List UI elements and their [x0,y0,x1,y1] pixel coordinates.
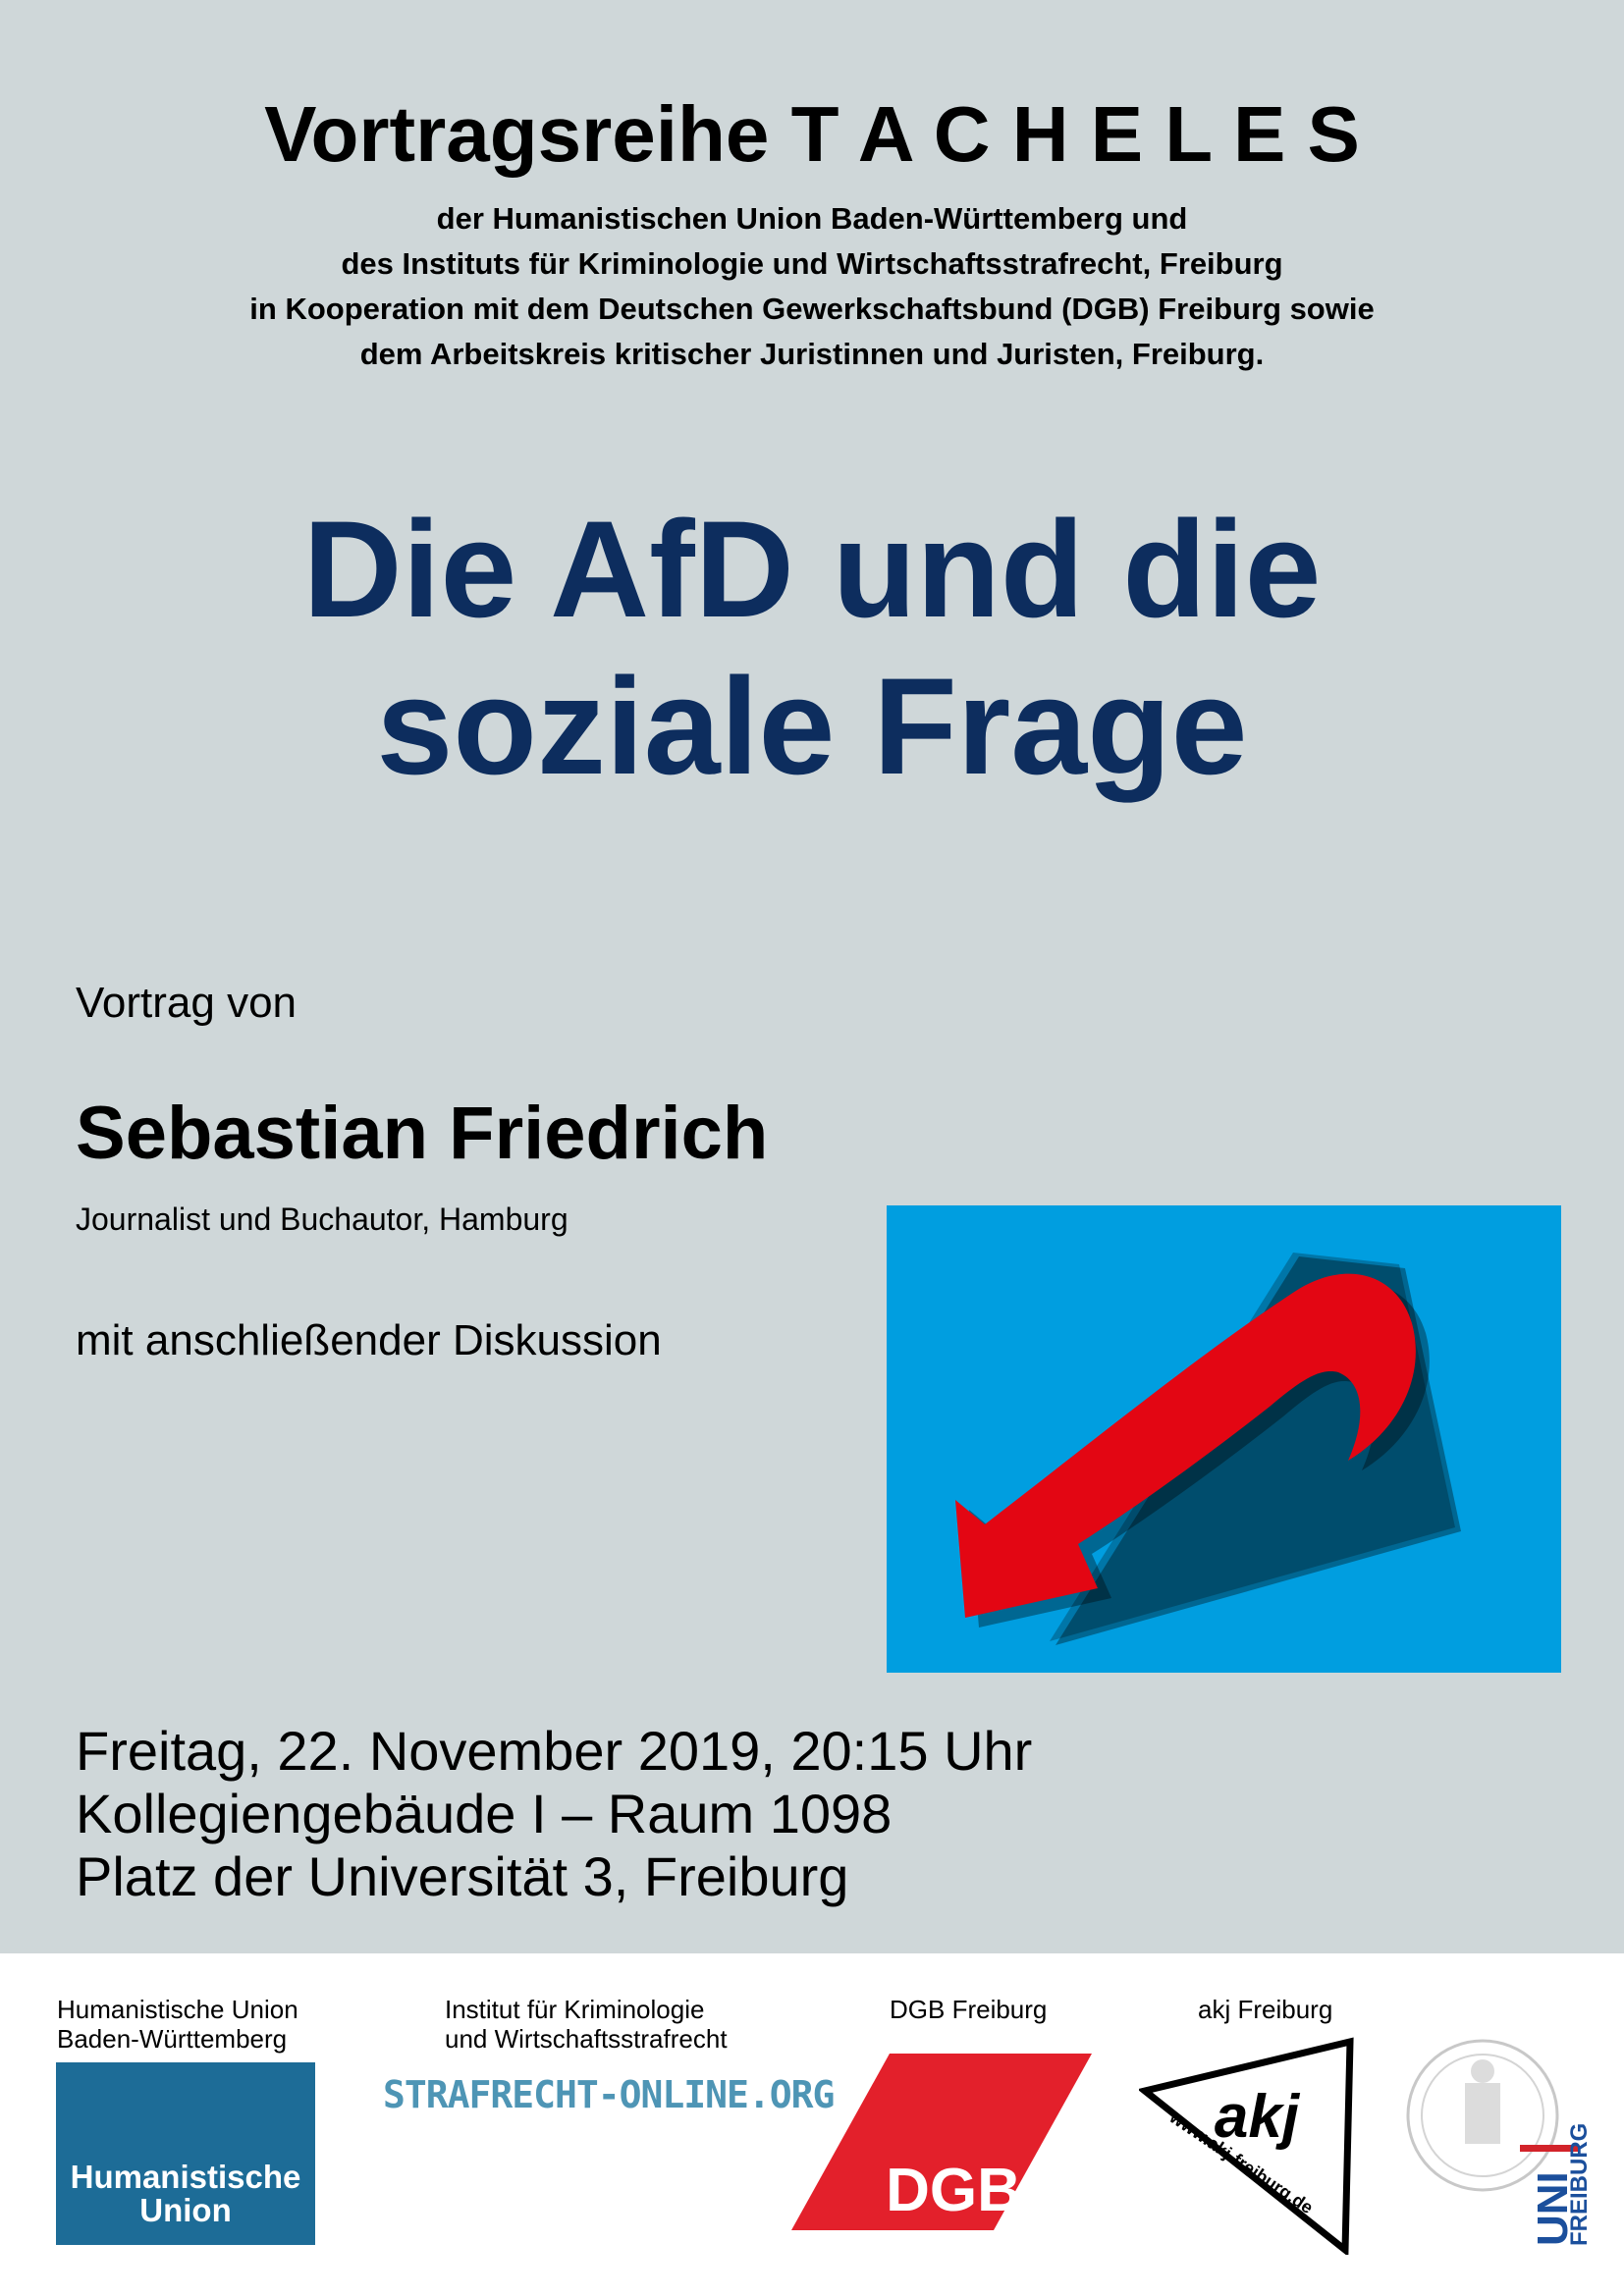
hu-label-line-1: Humanistische Union [57,1995,298,2024]
series-title: Vortragsreihe T A C H E L E S [264,90,1360,178]
event-address: Platz der Universität 3, Freiburg [76,1845,849,1907]
hu-logo-text: Humanistische Union [56,2161,315,2227]
organizer-line: des Instituts für Kriminologie und Wirts… [341,246,1283,281]
organizer-line: dem Arbeitskreis kritischer Juristinnen … [359,337,1265,371]
lecture-intro: Vortrag von [76,979,298,1027]
event-room: Kollegiengebäude I – Raum 1098 [76,1783,893,1844]
event-info: Freitag, 22. November 2019, 20:15 Uhr Ko… [76,1720,1032,1908]
seal-figure-icon [1465,2083,1500,2144]
ikw-label: Institut für Kriminologie und Wirtschaft… [445,1995,728,2054]
akj-label: akj Freiburg [1198,1995,1333,2024]
uni-freiburg-logo: UNI FREIBURG [1406,2039,1591,2246]
hu-label: Humanistische Union Baden-Württemberg [57,1995,298,2054]
speaker-name: Sebastian Friedrich [76,1092,769,1175]
dgb-logo-text: DGB [886,2157,1021,2224]
dgb-label: DGB Freiburg [890,1995,1048,2024]
afd-arrow-logo [887,1205,1561,1673]
speaker-role: Journalist und Buchautor, Hamburg [76,1201,568,1237]
hu-label-line-2: Baden-Württemberg [57,2024,288,2054]
event-date-time: Freitag, 22. November 2019, 20:15 Uhr [76,1720,1033,1782]
humanistische-union-logo: Humanistische Union [56,2062,315,2245]
main-title: Die AfD und die soziale Frage [0,491,1624,805]
akj-logo: akj www.akj-freiburg.de [1139,2037,1354,2255]
discussion-note: mit anschließender Diskussion [76,1316,662,1364]
curved-arrow-icon [955,1253,1461,1645]
ikw-label-line-1: Institut für Kriminologie [445,1995,705,2024]
strafrecht-online-logo: STRAFRECHT-ONLINE.ORG [383,2073,835,2116]
ikw-label-line-2: und Wirtschaftsstrafrecht [445,2024,728,2054]
organizer-text: der Humanistischen Union Baden-Württembe… [0,196,1624,377]
uni-logo-line-2: FREIBURG [1566,2123,1591,2246]
organizer-line: in Kooperation mit dem Deutschen Gewerks… [249,292,1375,326]
main-title-line-2: soziale Frage [376,649,1248,803]
hu-logo-line-2: Union [139,2192,232,2228]
organizer-line: der Humanistischen Union Baden-Württembe… [436,201,1188,236]
main-title-line-1: Die AfD und die [302,492,1322,646]
hu-logo-line-1: Humanistische [70,2159,301,2195]
dgb-logo: DGB [791,2054,1092,2230]
